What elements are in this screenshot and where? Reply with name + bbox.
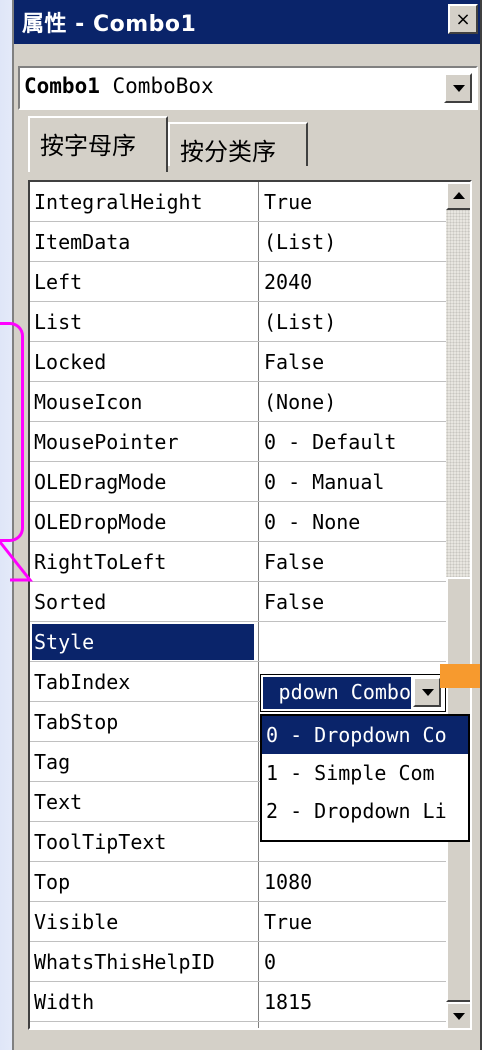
property-name: Text <box>34 790 83 814</box>
property-value[interactable]: True <box>264 190 312 214</box>
style-value-editor[interactable]: pdown Combo <box>260 674 446 712</box>
style-option[interactable]: 0 - Dropdown Co <box>262 716 468 754</box>
property-row[interactable]: IntegralHeight True <box>30 182 446 222</box>
property-name: RightToLeft <box>34 550 167 574</box>
property-name: List <box>34 310 83 334</box>
property-name: TabIndex <box>34 670 131 694</box>
tab-categorized[interactable]: 按分类序 <box>168 122 308 166</box>
property-value[interactable]: False <box>264 590 324 614</box>
property-name: Top <box>34 870 71 894</box>
object-selector-dropdown-button[interactable] <box>444 73 472 103</box>
style-current-value: pdown Combo <box>263 677 411 709</box>
property-value[interactable]: 0 - Manual <box>264 470 384 494</box>
window-title: 属性 - Combo1 <box>22 12 197 37</box>
property-name: Left <box>34 270 83 294</box>
property-value[interactable]: 2040 <box>264 270 312 294</box>
object-selector-text: Combo1 ComboBox <box>24 74 214 98</box>
object-type: ComboBox <box>112 74 214 98</box>
property-name: Locked <box>34 350 107 374</box>
callout-bracket <box>0 322 24 542</box>
property-name: ItemData <box>34 230 131 254</box>
property-value[interactable]: (List) <box>264 230 336 254</box>
property-row[interactable]: Top 1080 <box>30 862 446 902</box>
vertical-scrollbar[interactable] <box>446 182 470 1028</box>
property-row[interactable]: MouseIcon (None) <box>30 382 446 422</box>
property-name: Width <box>34 990 95 1014</box>
object-selector[interactable]: Combo1 ComboBox <box>18 66 478 110</box>
property-row[interactable]: OLEDropMode 0 - None <box>30 502 446 542</box>
property-value[interactable]: 1815 <box>264 990 312 1014</box>
property-row[interactable]: List (List) <box>30 302 446 342</box>
property-name: Visible <box>34 910 119 934</box>
property-name: WhatsThisHelpID <box>34 950 215 974</box>
property-value[interactable]: 1080 <box>264 870 312 894</box>
properties-window: 属性 - Combo1 × Combo1 ComboBox 按字母序 按分类序 … <box>12 0 482 1050</box>
style-option[interactable]: 1 - Simple Com <box>262 754 468 792</box>
style-dropdown-button[interactable] <box>413 677 441 707</box>
property-value[interactable]: False <box>264 350 324 374</box>
property-row[interactable]: Style <box>30 622 446 662</box>
property-value[interactable]: 0 - None <box>264 510 360 534</box>
tab-alphabetic[interactable]: 按字母序 <box>28 116 168 172</box>
callout-pointer <box>0 541 34 582</box>
property-grid: IntegralHeight True ItemData (List) Left 2040… <box>28 180 472 1030</box>
property-name: Style <box>32 624 254 660</box>
property-name: MousePointer <box>34 430 179 454</box>
property-value[interactable]: 0 <box>264 950 276 974</box>
property-value[interactable]: 0 - Default <box>264 430 396 454</box>
property-name: OLEDropMode <box>34 510 167 534</box>
property-row[interactable]: OLEDragMode 0 - Manual <box>30 462 446 502</box>
property-row[interactable]: WhatsThisHelpID 0 <box>30 942 446 982</box>
property-name: Tag <box>34 750 71 774</box>
style-option[interactable]: 2 - Dropdown Li <box>262 792 468 830</box>
property-name: IntegralHeight <box>34 190 203 214</box>
property-row[interactable]: Width 1815 <box>30 982 446 1022</box>
title-bar[interactable]: 属性 - Combo1 × <box>14 0 480 44</box>
property-name: MouseIcon <box>34 390 143 414</box>
property-name: OLEDragMode <box>34 470 167 494</box>
property-value[interactable]: (None) <box>264 390 336 414</box>
property-row[interactable]: Visible True <box>30 902 446 942</box>
style-dropdown-list: 0 - Dropdown Co 1 - Simple Com 2 - Dropd… <box>260 714 470 842</box>
close-button[interactable]: × <box>448 4 478 34</box>
property-row[interactable]: RightToLeft False <box>30 542 446 582</box>
object-name: Combo1 <box>24 74 100 98</box>
property-value[interactable]: True <box>264 910 312 934</box>
scroll-up-button[interactable] <box>446 182 470 210</box>
property-name: TabStop <box>34 710 119 734</box>
property-row[interactable]: Locked False <box>30 342 446 382</box>
property-row[interactable]: Sorted False <box>30 582 446 622</box>
property-row[interactable]: ItemData (List) <box>30 222 446 262</box>
highlight-marker <box>440 664 480 688</box>
scroll-down-button[interactable] <box>446 1002 470 1028</box>
property-value[interactable]: False <box>264 550 324 574</box>
property-name: ToolTipText <box>34 830 167 854</box>
property-row[interactable]: Left 2040 <box>30 262 446 302</box>
property-row[interactable]: MousePointer 0 - Default <box>30 422 446 462</box>
property-value[interactable]: (List) <box>264 310 336 334</box>
property-name: Sorted <box>34 590 107 614</box>
